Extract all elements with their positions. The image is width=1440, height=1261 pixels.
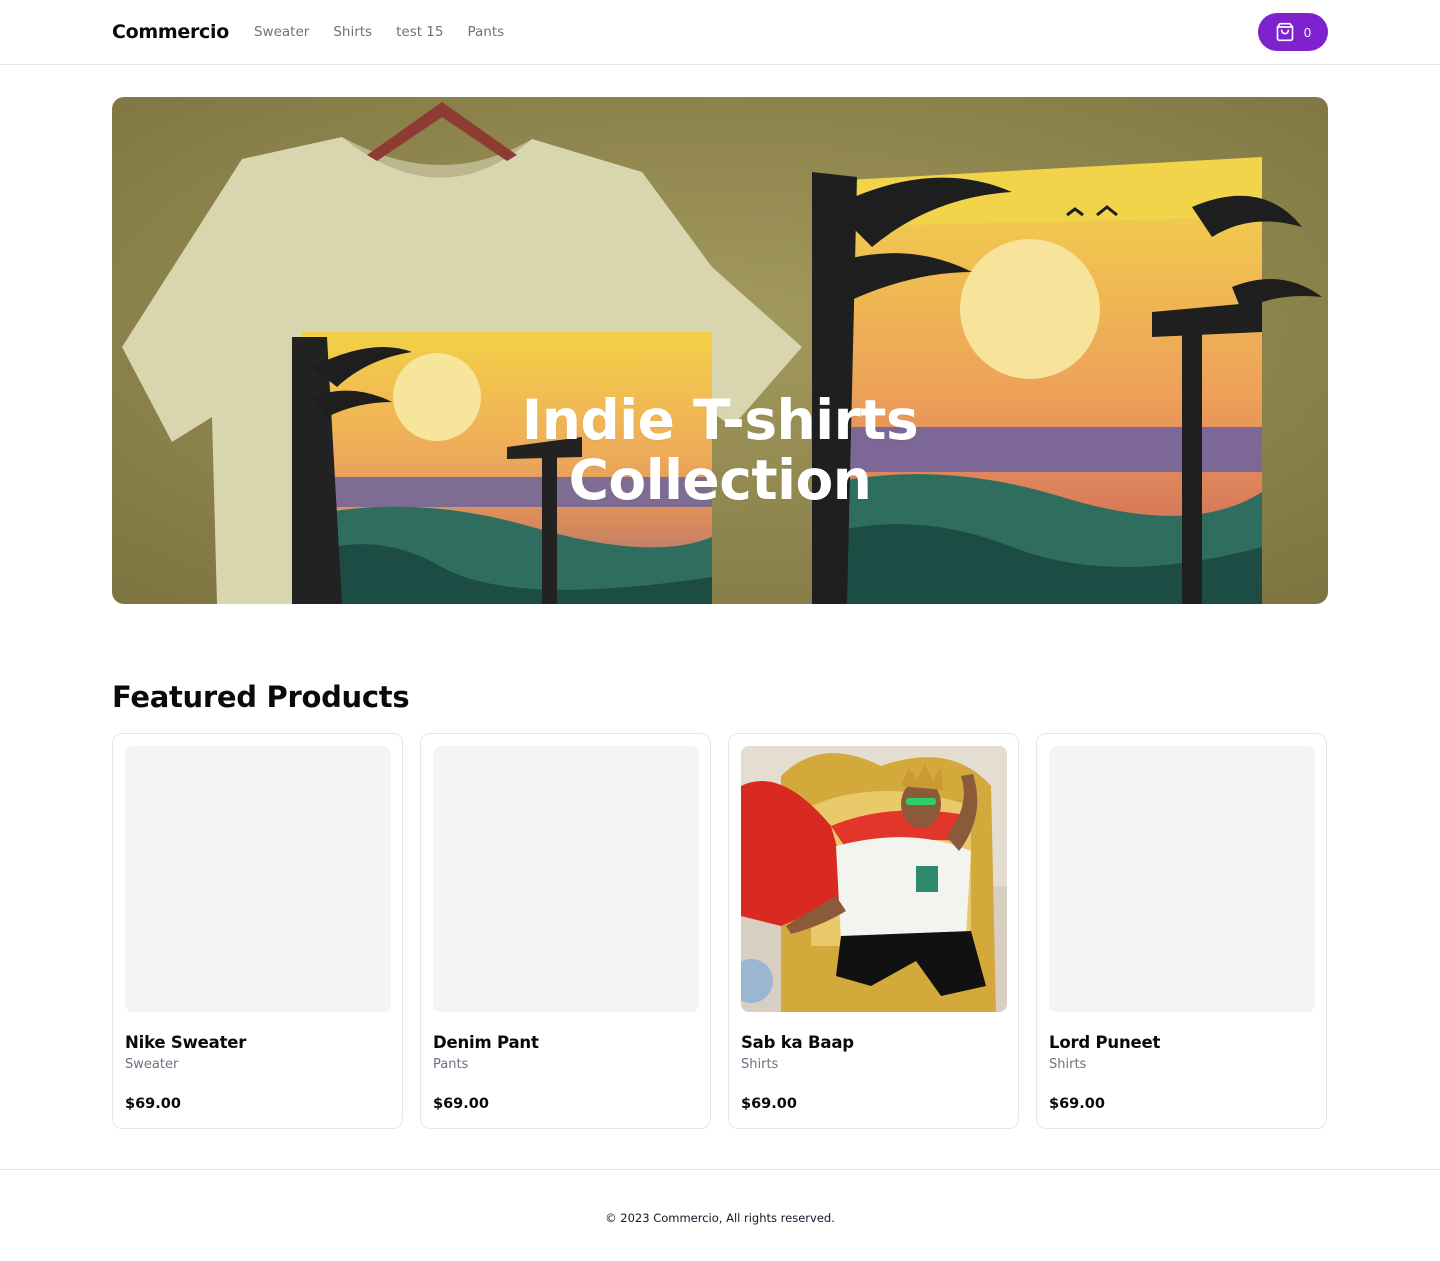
product-category: Shirts bbox=[1049, 1057, 1087, 1072]
cart-count: 0 bbox=[1303, 24, 1312, 40]
nav-link-sweater[interactable]: Sweater bbox=[254, 24, 309, 40]
nav-link-test-15[interactable]: test 15 bbox=[396, 24, 443, 40]
product-category: Sweater bbox=[125, 1057, 179, 1072]
cart-button[interactable]: 0 bbox=[1258, 13, 1328, 51]
product-name: Nike Sweater bbox=[125, 1033, 247, 1052]
product-name: Sab ka Baap bbox=[741, 1033, 854, 1052]
featured-title: Featured Products bbox=[112, 680, 410, 714]
product-name: Lord Puneet bbox=[1049, 1033, 1161, 1052]
product-name: Denim Pant bbox=[433, 1033, 539, 1052]
hero-title-line-1: Indie T-shirts bbox=[521, 388, 919, 452]
product-card[interactable]: Denim Pant Pants $69.00 bbox=[420, 733, 711, 1129]
product-price: $69.00 bbox=[125, 1096, 181, 1112]
nav-link-shirts[interactable]: Shirts bbox=[333, 24, 372, 40]
product-image-placeholder bbox=[125, 746, 391, 1012]
product-category: Pants bbox=[433, 1057, 469, 1072]
hero-title: Indie T-shirts Collection bbox=[112, 390, 1328, 510]
hero-title-line-2: Collection bbox=[568, 448, 872, 512]
header-inner: Commercio Sweater Shirts test 15 Pants 0 bbox=[112, 0, 1328, 64]
product-price: $69.00 bbox=[433, 1096, 489, 1112]
featured-products: Featured Products Nike Sweater Sweater $… bbox=[112, 679, 1328, 1129]
nav-link-pants[interactable]: Pants bbox=[468, 24, 505, 40]
product-image-placeholder bbox=[433, 746, 699, 1012]
shopping-bag-icon bbox=[1275, 22, 1295, 42]
hero-banner: Indie T-shirts Collection bbox=[112, 97, 1328, 604]
logo[interactable]: Commercio bbox=[112, 21, 229, 43]
product-image bbox=[741, 746, 1007, 1012]
product-card[interactable]: Lord Puneet Shirts $69.00 bbox=[1036, 733, 1327, 1129]
product-card[interactable]: Sab ka Baap Shirts $69.00 bbox=[728, 733, 1019, 1129]
product-price: $69.00 bbox=[1049, 1096, 1105, 1112]
site-header: Commercio Sweater Shirts test 15 Pants 0 bbox=[0, 0, 1440, 65]
footer-copyright: © 2023 Commercio, All rights reserved. bbox=[605, 1210, 835, 1225]
product-price: $69.00 bbox=[741, 1096, 797, 1112]
product-card[interactable]: Nike Sweater Sweater $69.00 bbox=[112, 733, 403, 1129]
site-footer: © 2023 Commercio, All rights reserved. bbox=[0, 1169, 1440, 1261]
product-grid: Nike Sweater Sweater $69.00 Denim Pant P… bbox=[112, 733, 1328, 1129]
hero-image bbox=[112, 97, 1328, 604]
product-image-placeholder bbox=[1049, 746, 1315, 1012]
main-nav: Sweater Shirts test 15 Pants bbox=[254, 24, 528, 40]
product-category: Shirts bbox=[741, 1057, 779, 1072]
